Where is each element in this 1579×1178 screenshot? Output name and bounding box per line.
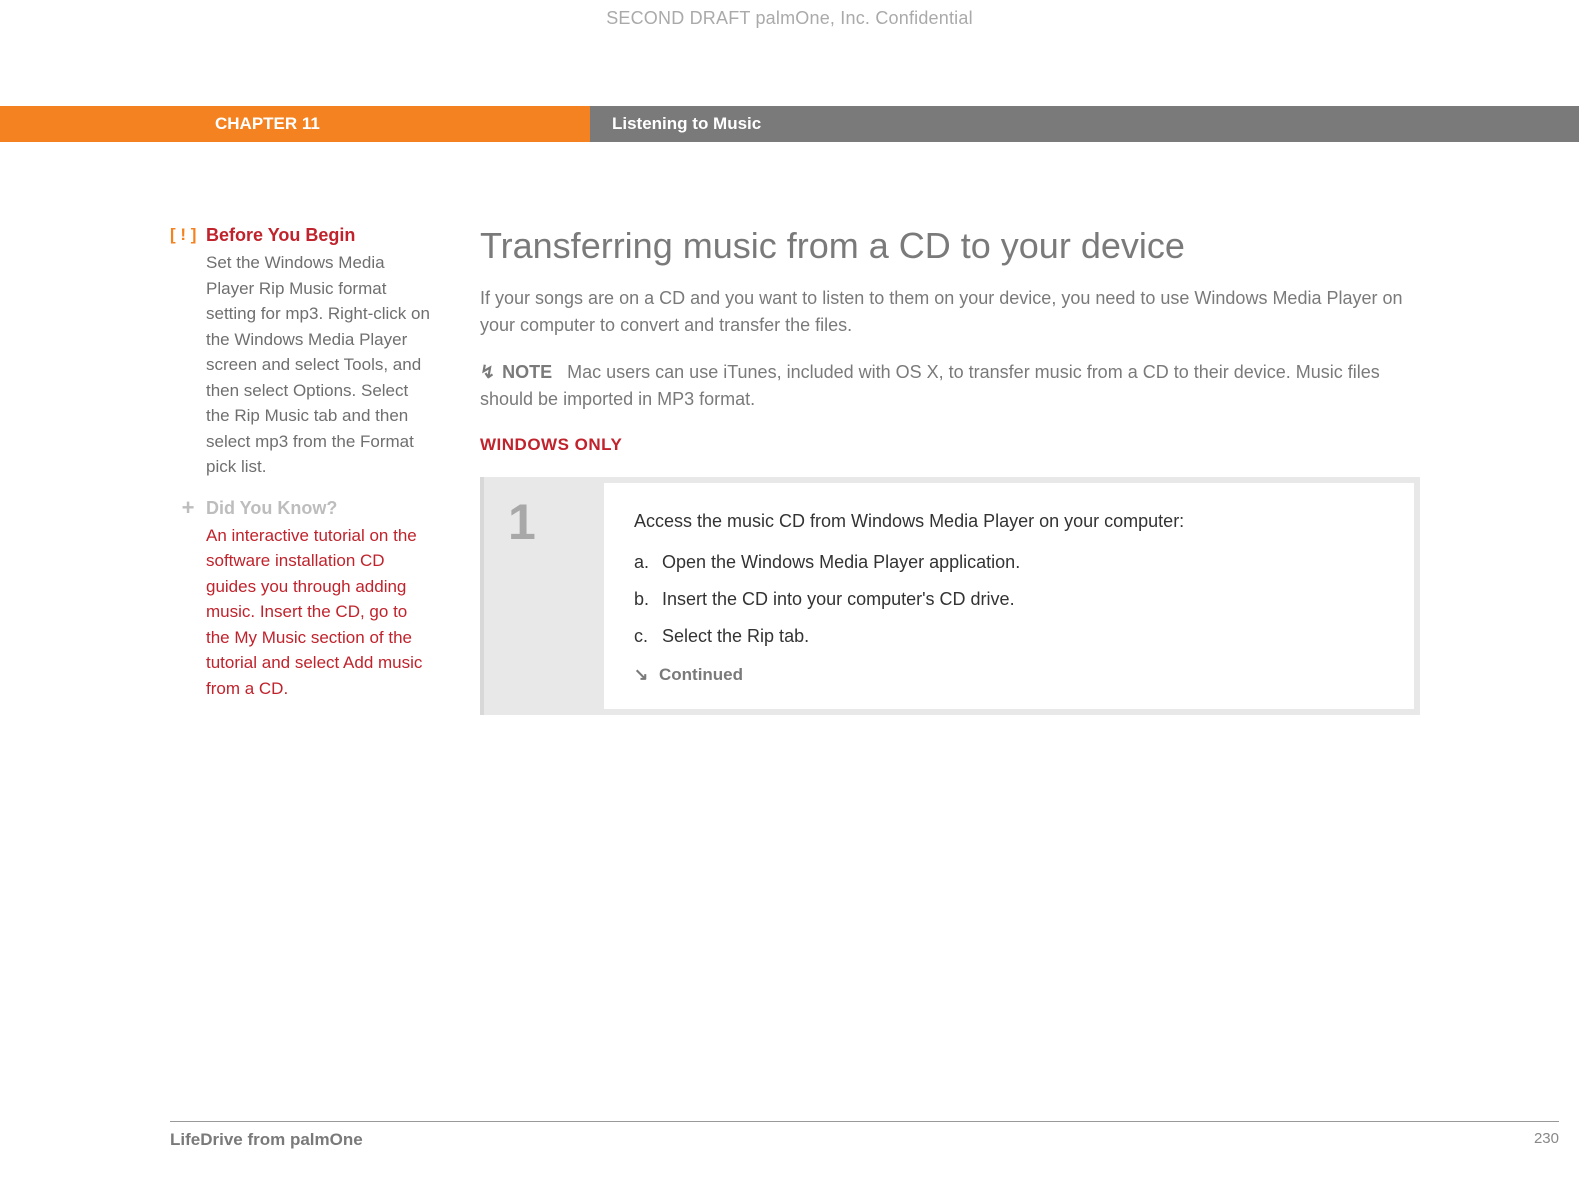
step-item-b: b. Insert the CD into your computer's CD… xyxy=(634,589,1384,610)
continued-label: Continued xyxy=(659,665,743,684)
sidebar: [ ! ] Before You Begin Set the Windows M… xyxy=(170,225,460,719)
page-number: 230 xyxy=(1534,1130,1559,1150)
page-content: [ ! ] Before You Begin Set the Windows M… xyxy=(170,225,1579,719)
main-column: Transferring music from a CD to your dev… xyxy=(460,225,1420,719)
step-letter: b. xyxy=(634,589,662,610)
header-bar: CHAPTER 11 Listening to Music xyxy=(0,106,1579,142)
step-item-a: a. Open the Windows Media Player applica… xyxy=(634,552,1384,573)
note-icon: ↯ xyxy=(480,362,495,382)
step-item-c: c. Select the Rip tab. xyxy=(634,626,1384,647)
dyk-title: Did You Know? xyxy=(206,498,337,519)
did-you-know-block: + Did You Know? An interactive tutorial … xyxy=(170,498,430,702)
before-you-begin-block: [ ! ] Before You Begin Set the Windows M… xyxy=(170,225,430,480)
note-row: ↯ NOTE Mac users can use iTunes, include… xyxy=(480,359,1420,413)
step-number-column: 1 xyxy=(484,483,604,709)
step-letter: c. xyxy=(634,626,662,647)
step-body: Access the music CD from Windows Media P… xyxy=(604,483,1414,709)
before-body: Set the Windows Media Player Rip Music f… xyxy=(206,250,430,480)
arrow-down-right-icon: ↘ xyxy=(634,665,648,684)
note-text: Mac users can use iTunes, included with … xyxy=(480,362,1380,409)
continued-row: ↘ Continued xyxy=(634,665,1384,685)
dyk-heading-row: + Did You Know? xyxy=(170,498,430,519)
intro-paragraph: If your songs are on a CD and you want t… xyxy=(480,285,1420,339)
step-letter: a. xyxy=(634,552,662,573)
before-title: Before You Begin xyxy=(206,225,355,246)
windows-only-label: WINDOWS ONLY xyxy=(480,435,1420,455)
step-lead: Access the music CD from Windows Media P… xyxy=(634,511,1384,532)
plus-icon: + xyxy=(170,498,206,518)
watermark-text: SECOND DRAFT palmOne, Inc. Confidential xyxy=(0,8,1579,29)
page-title: Transferring music from a CD to your dev… xyxy=(480,225,1420,267)
chapter-label: CHAPTER 11 xyxy=(0,106,590,142)
step-text: Select the Rip tab. xyxy=(662,626,809,647)
step-text: Insert the CD into your computer's CD dr… xyxy=(662,589,1015,610)
step-number: 1 xyxy=(508,493,604,551)
step-box: 1 Access the music CD from Windows Media… xyxy=(480,477,1420,715)
footer: LifeDrive from palmOne 230 xyxy=(170,1121,1559,1150)
step-text: Open the Windows Media Player applicatio… xyxy=(662,552,1020,573)
footer-product: LifeDrive from palmOne xyxy=(170,1130,363,1150)
dyk-body: An interactive tutorial on the software … xyxy=(206,523,430,702)
before-heading-row: [ ! ] Before You Begin xyxy=(170,225,430,246)
alert-icon: [ ! ] xyxy=(170,225,206,245)
chapter-title: Listening to Music xyxy=(590,106,1579,142)
note-label: NOTE xyxy=(502,362,552,382)
